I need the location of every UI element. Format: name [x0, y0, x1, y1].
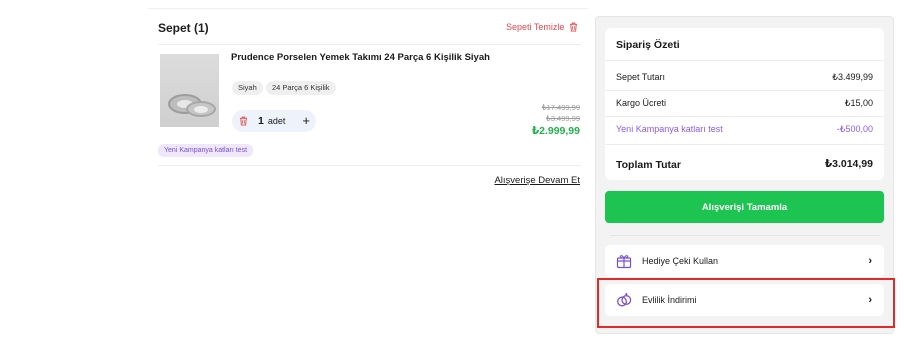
variant-tag-color: Siyah — [232, 81, 263, 95]
continue-shopping-link[interactable]: Alışverişe Devam Et — [494, 175, 580, 186]
summary-divider — [605, 90, 884, 91]
gift-icon — [615, 252, 633, 270]
marriage-discount-label: Evlilik İndirimi — [642, 295, 697, 305]
gift-voucher-button[interactable]: Hediye Çeki Kullan › — [605, 245, 884, 277]
trash-icon — [570, 22, 578, 32]
cart-divider — [158, 44, 581, 45]
subtotal-label: Sepet Tutarı — [616, 72, 666, 82]
clear-cart-label: Sepeti Temizle — [506, 22, 565, 32]
complete-checkout-button[interactable]: Alışverişi Tamamla — [605, 191, 884, 223]
current-price: ₺2.999,99 — [531, 125, 580, 137]
product-image[interactable] — [160, 54, 219, 127]
summary-divider — [605, 116, 884, 117]
clear-cart-button[interactable]: Sepeti Temizle — [506, 22, 578, 32]
plate-graphic — [186, 101, 216, 117]
quantity-stepper: 1 adet + — [232, 110, 316, 132]
price-block: ₺17.499,99 ₺3.499,99 ₺2.999,99 — [532, 102, 580, 138]
quantity-unit: adet — [267, 116, 286, 126]
old-price: ₺3.499,99 — [546, 114, 580, 123]
campaign-badge: Yeni Kampanya katları test — [158, 144, 254, 157]
top-divider — [148, 8, 588, 9]
shipping-label: Kargo Ücreti — [616, 98, 667, 108]
gift-voucher-label: Hediye Çeki Kullan — [642, 256, 719, 266]
list-price: ₺17.499,99 — [541, 103, 580, 112]
quantity-value: 1 — [258, 115, 264, 127]
campaign-discount-label: Yeni Kampanya katları test — [616, 124, 723, 134]
chevron-right-icon: › — [868, 255, 872, 267]
total-value: ₺3.014,99 — [824, 158, 873, 170]
product-name[interactable]: Prudence Porselen Yemek Takımı 24 Parça … — [231, 52, 490, 63]
subtotal-value: ₺3.499,99 — [832, 72, 873, 82]
shipping-value: ₺15,00 — [844, 98, 873, 108]
variant-tag-size: 24 Parça 6 Kişilik — [266, 81, 336, 95]
increase-quantity-button[interactable]: + — [302, 113, 310, 129]
section-divider — [610, 235, 880, 236]
cart-title: Sepet (1) — [158, 21, 209, 35]
summary-divider — [605, 60, 884, 61]
marriage-discount-button[interactable]: Evlilik İndirimi › — [605, 284, 884, 316]
summary-divider — [605, 144, 884, 145]
chevron-right-icon: › — [868, 294, 872, 306]
rings-icon — [615, 291, 633, 309]
remove-item-button[interactable] — [232, 116, 254, 126]
campaign-discount-value: -₺500,00 — [836, 124, 873, 134]
summary-title: Sipariş Özeti — [616, 39, 680, 51]
cart-divider — [158, 165, 581, 166]
trash-icon — [239, 116, 247, 126]
total-label: Toplam Tutar — [616, 159, 681, 171]
